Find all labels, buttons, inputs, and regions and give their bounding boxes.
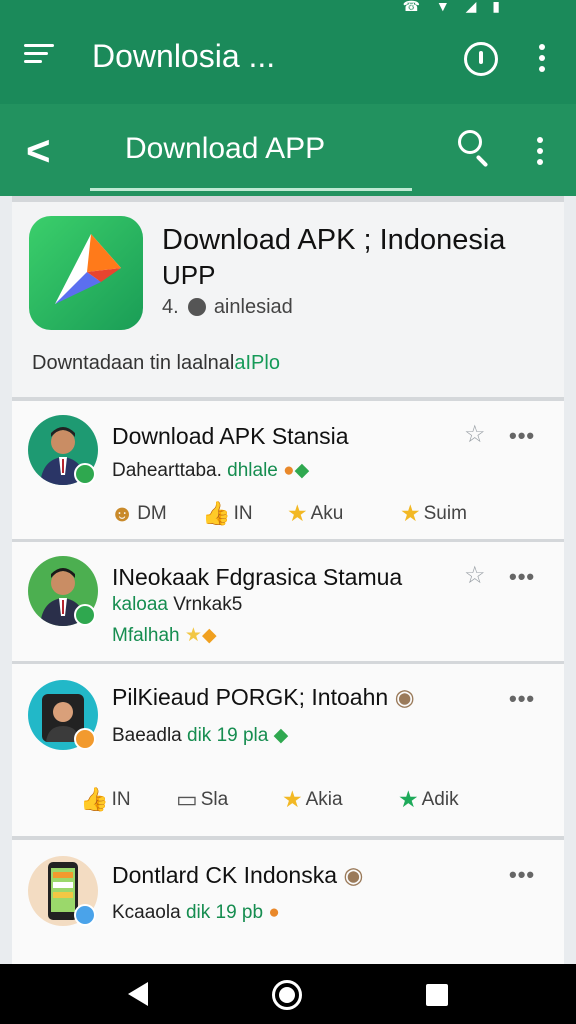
menu-icon[interactable]	[24, 44, 56, 74]
back-arrow-icon[interactable]: <	[26, 130, 51, 172]
search-icon[interactable]	[458, 130, 494, 170]
star-icon: ★	[398, 786, 419, 812]
system-nav-bar	[0, 964, 576, 1024]
post-title[interactable]: PilKieaud PORGK; Intoahn ◉	[112, 684, 415, 711]
emoji-icon: ◉	[394, 684, 415, 710]
app-logo-icon[interactable]	[29, 216, 143, 330]
post-card[interactable]: Dontlard CK Indonska ◉ Kcaaola dik 19 pb…	[12, 840, 564, 964]
post-subtitle-accent: kaloaa	[112, 594, 168, 615]
status-icons: ☎ ▼ ◢ ▮	[402, 0, 506, 14]
action-label: Suim	[423, 503, 467, 524]
tab-indicator	[90, 188, 412, 191]
app-meta-text: ainlesiad	[213, 296, 293, 318]
post-subtitle-text: Kcaaola	[112, 902, 181, 923]
star-icon: ★	[282, 786, 303, 812]
badge-icon	[74, 904, 96, 926]
post-subtitle: Kcaaola dik 19 pb ●	[112, 902, 280, 924]
info-icon[interactable]	[464, 42, 498, 76]
thumbs-up-icon: 👍	[80, 786, 109, 812]
nav-recents-icon[interactable]	[426, 984, 448, 1006]
app-description: Downtadaan tin laalnalaIPlo	[32, 352, 280, 375]
app-description-accent: aIPlo	[234, 352, 280, 374]
emoji-icon: ●	[268, 902, 280, 923]
action-label: Aku	[310, 503, 344, 524]
app-description-text: Downtadaan tin laalnal	[32, 352, 235, 374]
badge-icon	[74, 728, 96, 750]
post-subtitle-text: Baeadla	[112, 725, 182, 746]
overflow-menu-icon[interactable]	[539, 44, 545, 77]
emoji-icon: ◉	[343, 862, 364, 888]
post-title[interactable]: Dontlard CK Indonska ◉	[112, 862, 363, 889]
post-subtitle-accent: dik 19 pla	[187, 725, 269, 746]
app-bar: Downlosia ...	[0, 16, 576, 104]
leaf-icon: ◆	[294, 460, 310, 481]
app-meta: 4. ainlesiad	[162, 296, 293, 319]
post-title[interactable]: Download APK Stansia	[112, 423, 349, 450]
nav-home-icon[interactable]	[272, 980, 302, 1010]
post-subtitle-accent: Mfalhah	[112, 625, 180, 646]
tab-overflow-menu-icon[interactable]	[537, 137, 543, 170]
nav-back-icon[interactable]	[128, 982, 148, 1006]
post-subtitle-accent: dik 19 pb	[185, 902, 264, 923]
action-like[interactable]: 👍 IN	[80, 786, 131, 813]
app-title: Download APK ; Indonesia	[162, 224, 506, 256]
star-icon: ★	[287, 500, 308, 526]
badge-icon: ◆	[201, 625, 217, 646]
action-star[interactable]: ★ Akia	[282, 786, 343, 813]
post-card[interactable]: PilKieaud PORGK; Intoahn ◉ Baeadla dik 1…	[12, 664, 564, 836]
emoji-icon: ●	[283, 460, 295, 481]
smiley-icon: ☻	[110, 500, 135, 526]
action-label: IN	[111, 789, 131, 810]
post-title-text: Dontlard CK Indonska	[112, 862, 338, 888]
action-label: DM	[137, 503, 167, 524]
tab-bar: < Download APP	[0, 104, 576, 196]
star-icon: ★	[184, 625, 202, 646]
post-subtitle: kaloaa Vrnkak5	[112, 594, 242, 616]
more-options-icon[interactable]: •••	[509, 686, 535, 712]
app-bar-title: Downlosia ...	[92, 38, 276, 74]
post-card[interactable]: Download APK Stansia Dahearttaba. dhlale…	[12, 401, 564, 539]
star-outline-icon[interactable]: ☆	[464, 420, 486, 449]
more-options-icon[interactable]: •••	[509, 862, 535, 888]
star-outline-icon[interactable]: ☆	[464, 561, 486, 590]
post-title-text: PilKieaud PORGK; Intoahn	[112, 684, 389, 710]
action-comment[interactable]: ▭ Sla	[176, 786, 228, 813]
thumbs-up-icon: 👍	[202, 500, 231, 526]
action-star-green[interactable]: ★ Adik	[398, 786, 459, 813]
post-title[interactable]: INeokaak Fdgrasica Stamua	[112, 564, 402, 591]
status-bar: ☎ ▼ ◢ ▮	[0, 0, 576, 16]
action-label: Adik	[421, 789, 459, 810]
app-rating: 4.	[162, 296, 179, 318]
more-options-icon[interactable]: •••	[509, 564, 535, 590]
action-label: Akia	[305, 789, 343, 810]
post-subtitle: Dahearttaba. dhlale ●◆	[112, 459, 309, 482]
star-icon: ★	[400, 500, 421, 526]
post-card[interactable]: INeokaak Fdgrasica Stamua kaloaa Vrnkak5…	[12, 542, 564, 661]
action-star[interactable]: ★ Aku	[287, 500, 343, 527]
verified-badge-icon	[74, 463, 96, 485]
action-dm[interactable]: ☻ DM	[110, 500, 167, 527]
post-subtitle: Baeadla dik 19 pla ◆	[112, 724, 288, 747]
verified-badge-icon	[74, 604, 96, 626]
action-like[interactable]: 👍 IN	[202, 500, 253, 527]
action-label: IN	[233, 503, 253, 524]
post-subtitle-accent: dhlale	[227, 460, 278, 481]
comment-icon: ▭	[176, 786, 198, 812]
tab-download-app[interactable]: Download APP	[125, 132, 325, 166]
action-label: Sla	[200, 789, 229, 810]
post-subtitle-text: Vrnkak5	[173, 594, 243, 615]
app-subtitle: UPP	[162, 260, 216, 290]
action-star-2[interactable]: ★ Suim	[400, 500, 467, 527]
more-options-icon[interactable]: •••	[509, 423, 535, 449]
app-card[interactable]: Download APK ; Indonesia UPP 4. ainlesia…	[12, 202, 564, 397]
globe-icon	[188, 298, 207, 316]
post-subtitle-2: Mfalhah ★◆	[112, 624, 217, 647]
post-subtitle-text: Dahearttaba.	[112, 460, 222, 481]
leaf-icon: ◆	[273, 725, 289, 746]
